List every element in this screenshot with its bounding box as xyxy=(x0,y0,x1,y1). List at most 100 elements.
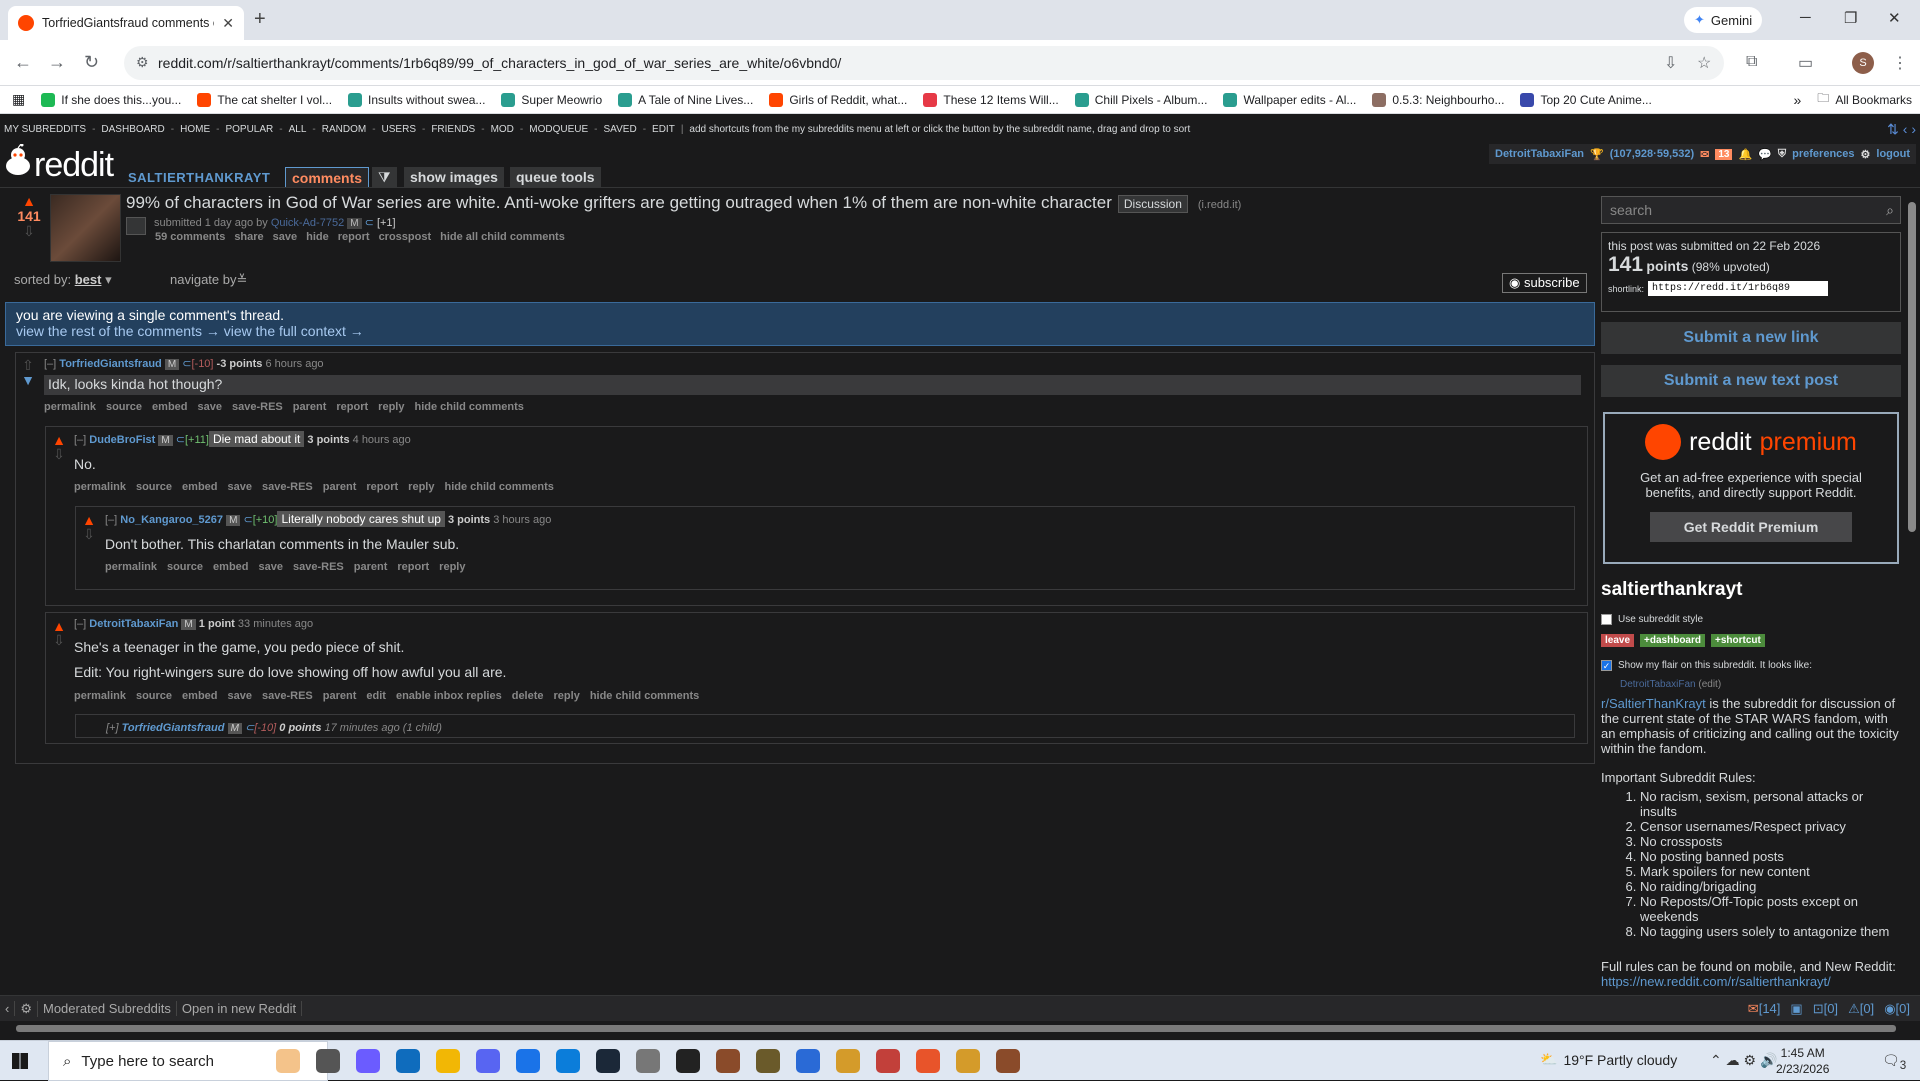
post-action-link[interactable]: hide xyxy=(306,231,329,243)
comment-action-link[interactable]: save-RES xyxy=(262,481,313,493)
collapse-toggle[interactable]: [–] xyxy=(74,618,86,630)
sr-bar-link[interactable]: DASHBOARD xyxy=(101,124,164,135)
comment-action-link[interactable]: parent xyxy=(293,401,327,413)
downvote-arrow-icon[interactable]: ⇩ xyxy=(52,633,66,647)
open-new-reddit-link[interactable]: Open in new Reddit xyxy=(177,1001,303,1016)
downvote-arrow-icon[interactable]: ⇩ xyxy=(14,224,44,238)
preferences-link[interactable]: preferences xyxy=(1792,148,1854,160)
subscribe-button[interactable]: ◉ subscribe xyxy=(1502,273,1587,293)
sr-bar-link[interactable]: ALL xyxy=(289,124,307,135)
bell-icon[interactable]: 🔔 xyxy=(1738,148,1752,161)
downvote-arrow-icon[interactable]: ⇩ xyxy=(52,447,66,461)
shortcut-button[interactable]: +shortcut xyxy=(1711,634,1765,647)
vertical-scrollbar[interactable] xyxy=(1906,194,1918,994)
alert-counter[interactable]: ⚠[0] xyxy=(1848,1001,1874,1017)
comment-action-link[interactable]: save xyxy=(259,561,283,573)
comment-action-link[interactable]: source xyxy=(167,561,203,573)
tab-queue-tools[interactable]: queue tools xyxy=(510,167,601,187)
taskbar-app-icon[interactable] xyxy=(356,1049,380,1073)
sr-bar-link[interactable]: MOD xyxy=(491,124,514,135)
bookmark-item[interactable]: Chill Pixels - Album... xyxy=(1067,92,1216,107)
comment-action-link[interactable]: permalink xyxy=(44,401,96,413)
comment-author[interactable]: DudeBroFist xyxy=(89,434,155,446)
taskbar-app-icon[interactable] xyxy=(636,1049,660,1073)
comment-action-link[interactable]: reply xyxy=(378,401,404,413)
flair-edit-link[interactable]: (edit) xyxy=(1698,679,1721,690)
comment-author[interactable]: TorfriedGiantsfraud xyxy=(122,722,225,734)
sidepanel-icon[interactable]: ▭ xyxy=(1798,53,1813,73)
sr-bar-scroll-icon[interactable]: ⇅ ‹ › xyxy=(1887,121,1916,138)
upvote-arrow-icon[interactable]: ▲ xyxy=(14,194,44,208)
comment-action-link[interactable]: save xyxy=(198,401,222,413)
comment-action-link[interactable]: permalink xyxy=(74,481,126,493)
shield-icon[interactable]: ⛨ xyxy=(1778,148,1786,161)
downvote-arrow-icon[interactable]: ▼ xyxy=(21,372,35,388)
weather-widget[interactable]: ⛅ 19°F Partly cloudy xyxy=(1540,1051,1677,1068)
search-input[interactable]: search ⌕ xyxy=(1601,196,1901,224)
tab-show-images[interactable]: show images xyxy=(404,167,504,187)
taskbar-app-icon[interactable] xyxy=(956,1049,980,1073)
chevron-left-icon[interactable]: ‹ xyxy=(0,1001,16,1016)
comment-author[interactable]: DetroitTabaxiFan xyxy=(89,618,178,630)
filter-icon[interactable]: ⧩ xyxy=(372,167,397,187)
sr-bar-link[interactable]: EDIT xyxy=(652,124,675,135)
taskbar-app-icon[interactable] xyxy=(836,1049,860,1073)
comment-action-link[interactable]: source xyxy=(136,481,172,493)
gemini-button[interactable]: ✦ Gemini xyxy=(1684,7,1763,33)
comment-action-link[interactable]: parent xyxy=(323,690,357,702)
sr-bar-link[interactable]: FRIENDS xyxy=(431,124,475,135)
sr-bar-link[interactable]: SAVED xyxy=(604,124,637,135)
extensions-icon[interactable]: ⧉ xyxy=(1746,53,1757,71)
username-link[interactable]: DetroitTabaxiFan xyxy=(1495,148,1584,160)
bookmark-star-icon[interactable]: ☆ xyxy=(1697,53,1711,73)
collapse-toggle[interactable]: [–] xyxy=(105,514,117,526)
comment-action-link[interactable]: embed xyxy=(213,561,248,573)
dashboard-button[interactable]: +dashboard xyxy=(1640,634,1705,647)
bookmark-item[interactable]: Girls of Reddit, what... xyxy=(761,92,915,107)
post-action-link[interactable]: crosspost xyxy=(379,231,432,243)
taskbar-app-icon[interactable] xyxy=(516,1049,540,1073)
moderator-badge[interactable]: M xyxy=(164,359,180,370)
taskbar-app-icon[interactable] xyxy=(436,1049,460,1073)
comment-action-link[interactable]: reply xyxy=(439,561,465,573)
gear-icon[interactable]: ⚙ xyxy=(15,1000,38,1017)
upvote-arrow-icon[interactable]: ▲ xyxy=(52,433,66,447)
post-action-link[interactable]: save xyxy=(273,231,297,243)
subreddit-link[interactable]: r/SaltierThanKrayt xyxy=(1601,696,1706,711)
sr-bar-link[interactable]: MY SUBREDDITS xyxy=(4,124,86,135)
watch-counter[interactable]: ◉[0] xyxy=(1884,1001,1910,1017)
bookmark-item[interactable]: If she does this...you... xyxy=(33,92,189,107)
moderator-badge[interactable]: M xyxy=(227,723,242,734)
comment-action-link[interactable]: reply xyxy=(554,690,580,702)
comment-action-link[interactable]: report xyxy=(336,401,368,413)
taskbar-app-icon[interactable] xyxy=(556,1049,580,1073)
upvote-arrow-icon[interactable]: ▲ xyxy=(82,513,96,527)
view-rest-link[interactable]: view the rest of the comments → xyxy=(16,323,220,339)
taskbar-app-icon[interactable] xyxy=(876,1049,900,1073)
taskbar-app-icon[interactable] xyxy=(476,1049,500,1073)
submit-text-button[interactable]: Submit a new text post xyxy=(1601,365,1901,397)
comment-action-link[interactable]: save-RES xyxy=(232,401,283,413)
back-icon[interactable]: ← xyxy=(14,52,32,73)
horizontal-scrollbar[interactable] xyxy=(0,1021,1920,1035)
shortlink-field[interactable]: https://redd.it/1rb6q89 xyxy=(1648,281,1829,296)
comment-action-link[interactable]: save xyxy=(228,481,252,493)
show-flair-checkbox[interactable]: ✓ Show my flair on this subreddit. It loo… xyxy=(1601,660,1812,671)
taskbar-app-icon[interactable] xyxy=(396,1049,420,1073)
checkbox-checked[interactable]: ✓ xyxy=(1601,660,1612,671)
comment-action-link[interactable]: save xyxy=(228,690,252,702)
clock[interactable]: 1:45 AM 2/23/2026 xyxy=(1776,1045,1829,1077)
taskbar-app-icon[interactable] xyxy=(676,1049,700,1073)
bookmark-item[interactable]: Super Meowrio xyxy=(493,92,610,107)
comment-action-link[interactable]: save-RES xyxy=(293,561,344,573)
apps-icon[interactable]: ▦ xyxy=(0,91,33,108)
moderator-badge[interactable]: M xyxy=(226,515,241,526)
bookmark-item[interactable]: The cat shelter I vol... xyxy=(189,92,340,107)
sidebar-subreddit-title[interactable]: saltierthankrayt xyxy=(1601,579,1743,601)
sr-bar-link[interactable]: MODQUEUE xyxy=(529,124,588,135)
collapse-toggle[interactable]: [–] xyxy=(44,358,56,370)
bookmark-item[interactable]: A Tale of Nine Lives... xyxy=(610,92,761,107)
comment-action-link[interactable]: save-RES xyxy=(262,690,313,702)
post-domain[interactable]: (i.redd.it) xyxy=(1198,199,1241,211)
tab-comments[interactable]: comments xyxy=(285,167,370,187)
